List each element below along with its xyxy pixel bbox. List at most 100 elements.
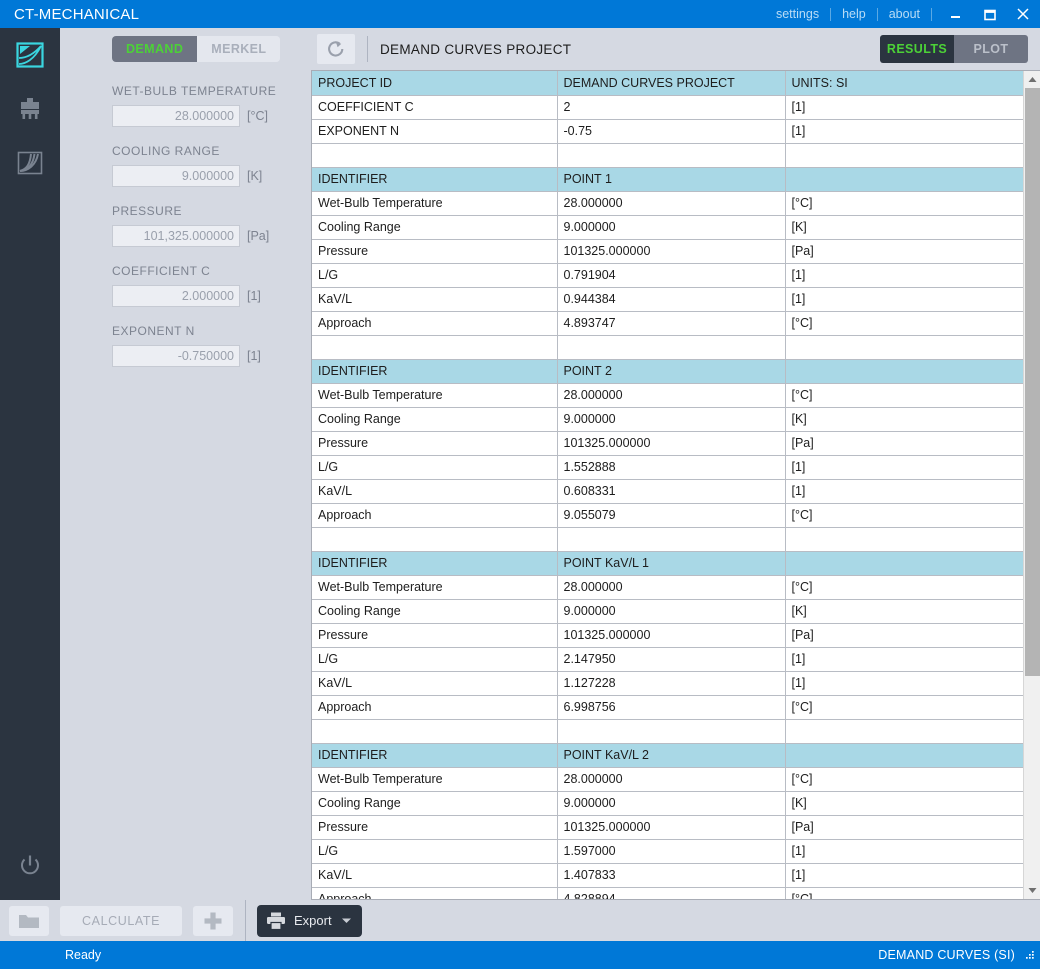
about-link[interactable]: about — [878, 0, 931, 28]
wet-bulb-temperature-input[interactable] — [112, 105, 240, 127]
field-unit: [°C] — [247, 109, 268, 123]
table-row[interactable] — [312, 335, 1023, 360]
table-row[interactable]: KaV/L 1.127228 [1] — [312, 671, 1023, 696]
chevron-down-icon[interactable] — [341, 917, 352, 924]
table-row[interactable]: Approach 6.998756 [°C] — [312, 695, 1023, 720]
table-row[interactable]: COEFFICIENT C 2 [1] — [312, 95, 1023, 120]
add-point-button[interactable] — [193, 905, 234, 936]
table-cell: 6.998756 — [557, 695, 786, 720]
table-row[interactable]: Wet-Bulb Temperature 28.000000 [°C] — [312, 191, 1023, 216]
power-button[interactable] — [0, 831, 60, 900]
table-row[interactable]: L/G 1.597000 [1] — [312, 839, 1023, 864]
table-row[interactable]: Pressure 101325.000000 [Pa] — [312, 239, 1023, 264]
table-row[interactable]: Cooling Range 9.000000 [K] — [312, 407, 1023, 432]
status-message: Ready — [65, 948, 102, 962]
vertical-scrollbar[interactable] — [1023, 71, 1040, 899]
tab-results[interactable]: RESULTS — [880, 35, 954, 63]
table-row[interactable]: L/G 1.552888 [1] — [312, 455, 1023, 480]
table-cell — [557, 335, 786, 360]
fan-curve-icon — [17, 151, 43, 175]
table-section-header-row[interactable]: PROJECT ID DEMAND CURVES PROJECT UNITS: SI — [312, 71, 1023, 96]
scroll-down-button[interactable] — [1023, 882, 1040, 899]
table-row[interactable]: Approach 4.828894 [°C] — [312, 887, 1023, 899]
table-cell: Pressure — [312, 431, 558, 456]
table-cell: COEFFICIENT C — [312, 95, 558, 120]
tab-plot[interactable]: PLOT — [954, 35, 1028, 63]
cooling-range-input[interactable] — [112, 165, 240, 187]
project-title: DEMAND CURVES PROJECT — [380, 41, 572, 57]
rail-item-fan-curve[interactable] — [0, 136, 60, 190]
table-row[interactable]: Wet-Bulb Temperature 28.000000 [°C] — [312, 575, 1023, 600]
rail-item-tower[interactable] — [0, 82, 60, 136]
app-title: CT-MECHANICAL — [14, 5, 140, 23]
table-row[interactable]: Pressure 101325.000000 [Pa] — [312, 815, 1023, 840]
scrollbar-thumb[interactable] — [1024, 88, 1040, 676]
table-row[interactable] — [312, 143, 1023, 168]
left-panel-spacer — [60, 384, 305, 900]
table-cell: Approach — [312, 887, 558, 899]
table-row[interactable]: Pressure 101325.000000 [Pa] — [312, 623, 1023, 648]
open-project-button[interactable] — [9, 905, 49, 936]
table-row[interactable]: KaV/L 1.407833 [1] — [312, 863, 1023, 888]
export-button[interactable]: Export — [257, 904, 362, 937]
tab-merkel[interactable]: MERKEL — [197, 36, 281, 62]
table-cell: 0.608331 — [557, 479, 786, 504]
coefficient-c-input[interactable] — [112, 285, 240, 307]
minimize-icon — [950, 15, 960, 18]
table-cell: [°C] — [785, 503, 1023, 528]
table-row[interactable]: Wet-Bulb Temperature 28.000000 [°C] — [312, 767, 1023, 792]
table-section-header-row[interactable]: IDENTIFIER POINT KaV/L 1 — [312, 551, 1023, 576]
table-row[interactable]: KaV/L 0.608331 [1] — [312, 479, 1023, 504]
exponent-n-input[interactable] — [112, 345, 240, 367]
help-link[interactable]: help — [831, 0, 877, 28]
field-row: [°C] — [112, 105, 305, 127]
close-button[interactable] — [1006, 0, 1040, 28]
pressure-input[interactable] — [112, 225, 240, 247]
settings-link[interactable]: settings — [765, 0, 830, 28]
table-section-header-row[interactable]: IDENTIFIER POINT KaV/L 2 — [312, 743, 1023, 768]
table-row[interactable]: L/G 0.791904 [1] — [312, 263, 1023, 288]
table-cell: Wet-Bulb Temperature — [312, 191, 558, 216]
maximize-button[interactable] — [972, 0, 1006, 28]
table-cell: 4.828894 — [557, 887, 786, 899]
scroll-up-button[interactable] — [1023, 71, 1040, 88]
table-row[interactable] — [312, 719, 1023, 744]
table-cell: 4.893747 — [557, 311, 786, 336]
refresh-button[interactable] — [317, 34, 355, 64]
table-row[interactable]: L/G 2.147950 [1] — [312, 647, 1023, 672]
table-cell: 1.127228 — [557, 671, 786, 696]
table-cell: Approach — [312, 311, 558, 336]
table-cell — [785, 143, 1023, 168]
close-icon — [1017, 8, 1029, 20]
field-cooling-range: COOLING RANGE [K] — [112, 144, 305, 187]
table-row[interactable] — [312, 527, 1023, 552]
rail-item-demand-curves[interactable] — [0, 28, 60, 82]
table-row[interactable]: Cooling Range 9.000000 [K] — [312, 215, 1023, 240]
table-cell: [1] — [785, 479, 1023, 504]
table-cell: [°C] — [785, 767, 1023, 792]
table-cell: Wet-Bulb Temperature — [312, 575, 558, 600]
table-row[interactable]: Cooling Range 9.000000 [K] — [312, 599, 1023, 624]
table-cell: KaV/L — [312, 671, 558, 696]
table-cell: 9.000000 — [557, 791, 786, 816]
table-cell: [°C] — [785, 695, 1023, 720]
table-section-header-row[interactable]: IDENTIFIER POINT 2 — [312, 359, 1023, 384]
table-row[interactable]: Wet-Bulb Temperature 28.000000 [°C] — [312, 383, 1023, 408]
tab-demand[interactable]: DEMAND — [112, 36, 198, 62]
table-row[interactable]: EXPONENT N -0.75 [1] — [312, 119, 1023, 144]
table-row[interactable]: KaV/L 0.944384 [1] — [312, 287, 1023, 312]
table-row[interactable]: Cooling Range 9.000000 [K] — [312, 791, 1023, 816]
calculate-button[interactable]: CALCULATE — [60, 905, 183, 936]
table-row[interactable]: Approach 9.055079 [°C] — [312, 503, 1023, 528]
table-cell: [1] — [785, 263, 1023, 288]
scrollbar-track[interactable] — [1023, 88, 1040, 882]
minimize-button[interactable] — [938, 0, 972, 28]
table-section-header-row[interactable]: IDENTIFIER POINT 1 — [312, 167, 1023, 192]
table-cell — [785, 335, 1023, 360]
table-row[interactable]: Pressure 101325.000000 [Pa] — [312, 431, 1023, 456]
field-pressure: PRESSURE [Pa] — [112, 204, 305, 247]
resize-grip-icon[interactable] — [1023, 949, 1036, 962]
table-cell: [°C] — [785, 887, 1023, 899]
table-row[interactable]: Approach 4.893747 [°C] — [312, 311, 1023, 336]
table-cell — [785, 167, 1023, 192]
